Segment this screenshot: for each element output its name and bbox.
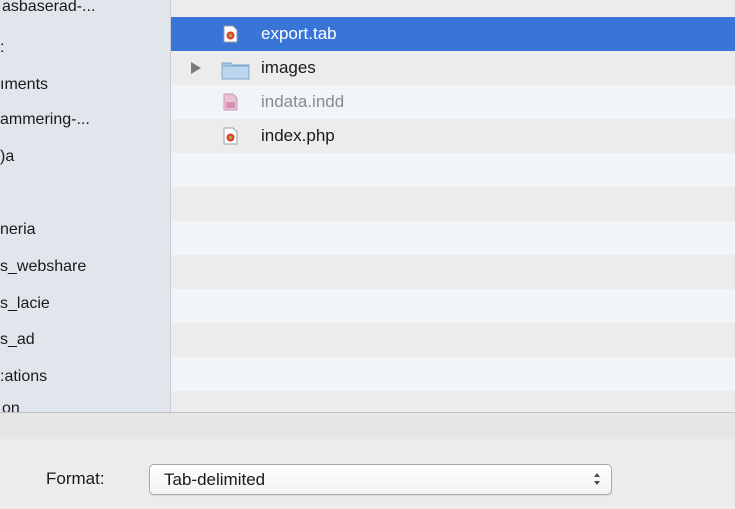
sidebar-item[interactable]: s_lacie [0,289,170,319]
format-label: Format: [46,469,105,488]
sidebar-item[interactable]: s_webshare [0,252,170,282]
file-name: index.php [261,126,335,145]
sidebar: asbaserad-... : ıments ammering-... )a n… [0,0,171,412]
sidebar-item-label: s_ad [0,331,35,348]
sidebar-item[interactable]: neria [0,215,170,245]
panel-divider [0,412,735,440]
sidebar-item-label: neria [0,221,36,238]
format-select-value: Tab-delimited [164,470,266,489]
sidebar-item-label: ammering-... [0,111,90,128]
sidebar-item[interactable]: ıments [0,70,170,100]
sidebar-item-label: asbaserad-... [2,0,96,15]
empty-row [171,221,735,255]
file-name: export.tab [261,24,337,43]
updown-arrows-icon [594,473,600,485]
format-select[interactable]: Tab-delimited [149,464,612,495]
empty-row [171,357,735,391]
indesign-document-icon [223,93,238,111]
empty-row [171,255,735,289]
sidebar-item-label: )a [0,148,15,165]
file-name: indata.indd [261,92,345,111]
sidebar-item-label: : [0,39,5,56]
empty-row [171,323,735,357]
sidebar-item-label: on [2,400,20,412]
sidebar-item-label: s_lacie [0,295,50,312]
empty-row [171,391,735,412]
sidebar-item[interactable]: )a [0,142,170,172]
empty-row [171,187,735,221]
format-bar: Format: Tab-delimited [0,439,735,509]
sidebar-item[interactable] [0,178,170,208]
sidebar-item[interactable]: : [0,33,170,63]
sidebar-item[interactable]: :ations [0,362,170,392]
file-row-indata-indd[interactable]: indata.indd [171,85,735,119]
sidebar-item-label: ıments [0,76,49,93]
empty-row [171,153,735,187]
web-document-icon [223,25,238,43]
sidebar-item[interactable]: s_ad [0,325,170,355]
sidebar-item[interactable]: on [2,394,170,412]
empty-row [171,289,735,323]
file-row-export-tab[interactable]: export.tab [171,17,735,51]
folder-icon [221,62,250,80]
sidebar-item-label: s_webshare [0,258,87,275]
file-row-index-php[interactable]: index.php [171,119,735,153]
web-document-icon [223,127,238,145]
file-name: images [261,58,316,77]
sidebar-item[interactable]: asbaserad-... [2,0,170,22]
sidebar-item-label: :ations [0,368,48,385]
file-row-images[interactable]: images [171,51,735,85]
save-dialog: asbaserad-... : ıments ammering-... )a n… [0,0,735,509]
sidebar-item[interactable]: ammering-... [0,105,170,135]
disclosure-triangle-icon[interactable] [191,62,201,74]
file-list: export.tab images indata.indd index.php [171,0,735,412]
